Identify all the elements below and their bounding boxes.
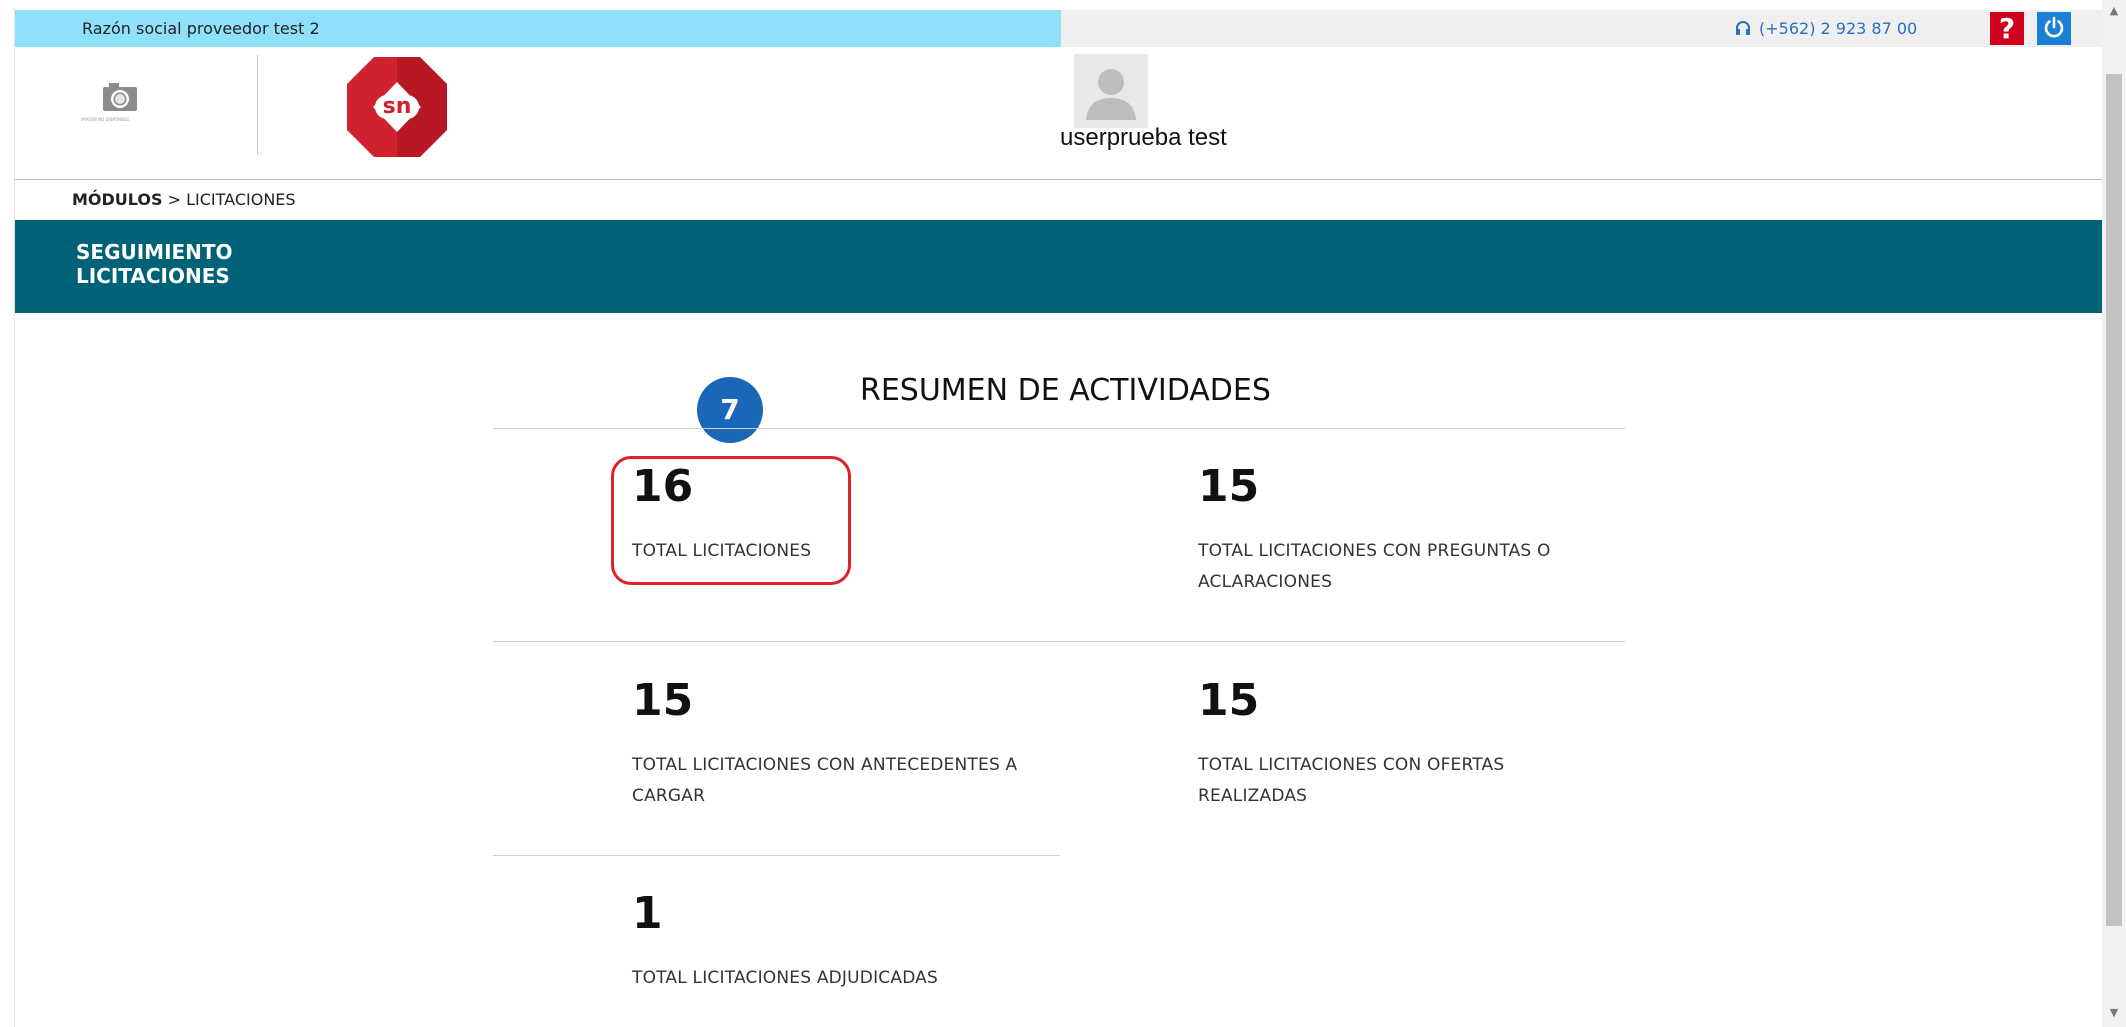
camera-caption: IMAGEN NO DISPONIBLE bbox=[81, 117, 130, 122]
stat-label: TOTAL LICITACIONES CON ANTECEDENTES A CA… bbox=[632, 755, 1018, 806]
scroll-up-arrow-icon[interactable]: ▲ bbox=[2107, 4, 2121, 18]
username: userprueba test bbox=[1060, 124, 1227, 151]
company-bar: Razón social proveedor test 2 bbox=[15, 10, 1061, 47]
summary-title: RESUMEN DE ACTIVIDADES bbox=[860, 373, 1271, 408]
stat-value: 15 bbox=[1198, 461, 1260, 512]
stat-label: TOTAL LICITACIONES CON OFERTAS REALIZADA… bbox=[1198, 755, 1505, 806]
header-divider bbox=[257, 55, 258, 155]
help-icon: ? bbox=[1998, 12, 2016, 45]
stat-value: 15 bbox=[1198, 675, 1260, 726]
stat-value: 1 bbox=[632, 888, 663, 939]
breadcrumb-separator: > bbox=[162, 190, 187, 209]
breadcrumb: MÓDULOS > LICITACIONES bbox=[72, 190, 296, 209]
company-name: Razón social proveedor test 2 bbox=[82, 19, 320, 38]
stat-ofertas-realizadas[interactable]: 15 TOTAL LICITACIONES CON OFERTAS REALIZ… bbox=[1198, 677, 1608, 812]
section-banner: SEGUIMIENTO LICITACIONES bbox=[15, 220, 2102, 313]
vertical-scrollbar[interactable]: ▲ ▼ bbox=[2102, 0, 2126, 1027]
support-phone[interactable]: (+562) 2 923 87 00 bbox=[1735, 19, 1917, 41]
help-button[interactable]: ? bbox=[1990, 12, 2024, 45]
summary-divider-top bbox=[493, 428, 1625, 429]
highlight-box bbox=[611, 456, 851, 585]
scroll-down-arrow-icon[interactable]: ▼ bbox=[2107, 1006, 2121, 1020]
step-badge: 7 bbox=[697, 377, 763, 443]
user-avatar[interactable] bbox=[1074, 54, 1148, 128]
breadcrumb-current: LICITACIONES bbox=[186, 190, 296, 209]
stat-adjudicadas[interactable]: 1 TOTAL LICITACIONES ADJUDICADAS bbox=[632, 890, 1052, 994]
sn-logo[interactable]: sn bbox=[341, 51, 453, 163]
breadcrumb-modules[interactable]: MÓDULOS bbox=[72, 190, 163, 209]
app-page: Razón social proveedor test 2 (+562) 2 9… bbox=[0, 0, 2126, 1027]
scroll-thumb[interactable] bbox=[2106, 74, 2122, 926]
section-title-line-1: SEGUIMIENTO bbox=[76, 240, 233, 264]
support-phone-number: (+562) 2 923 87 00 bbox=[1759, 19, 1918, 38]
summary-divider-middle bbox=[493, 641, 1625, 642]
headset-icon bbox=[1735, 21, 1751, 41]
header: IMAGEN NO DISPONIBLE sn userprueba test bbox=[15, 47, 2102, 180]
stat-label: TOTAL LICITACIONES CON PREGUNTAS O ACLAR… bbox=[1198, 541, 1551, 592]
company-logo-placeholder bbox=[80, 77, 160, 137]
section-title-line-2: LICITACIONES bbox=[76, 264, 230, 288]
window-frame-left bbox=[0, 8, 15, 1027]
logout-button[interactable] bbox=[2037, 12, 2071, 45]
summary-divider-bottom bbox=[493, 855, 1060, 856]
stat-value: 15 bbox=[632, 675, 694, 726]
section-title: SEGUIMIENTO LICITACIONES bbox=[76, 240, 276, 288]
power-icon bbox=[2042, 15, 2066, 43]
top-bar: Razón social proveedor test 2 (+562) 2 9… bbox=[15, 10, 2102, 47]
sn-logo-text: sn bbox=[383, 94, 412, 119]
window-frame-top bbox=[0, 0, 2126, 8]
stat-label: TOTAL LICITACIONES ADJUDICADAS bbox=[632, 968, 939, 988]
stat-antecedentes-cargar[interactable]: 15 TOTAL LICITACIONES CON ANTECEDENTES A… bbox=[632, 677, 1052, 812]
stat-preguntas-aclaraciones[interactable]: 15 TOTAL LICITACIONES CON PREGUNTAS O AC… bbox=[1198, 463, 1608, 598]
